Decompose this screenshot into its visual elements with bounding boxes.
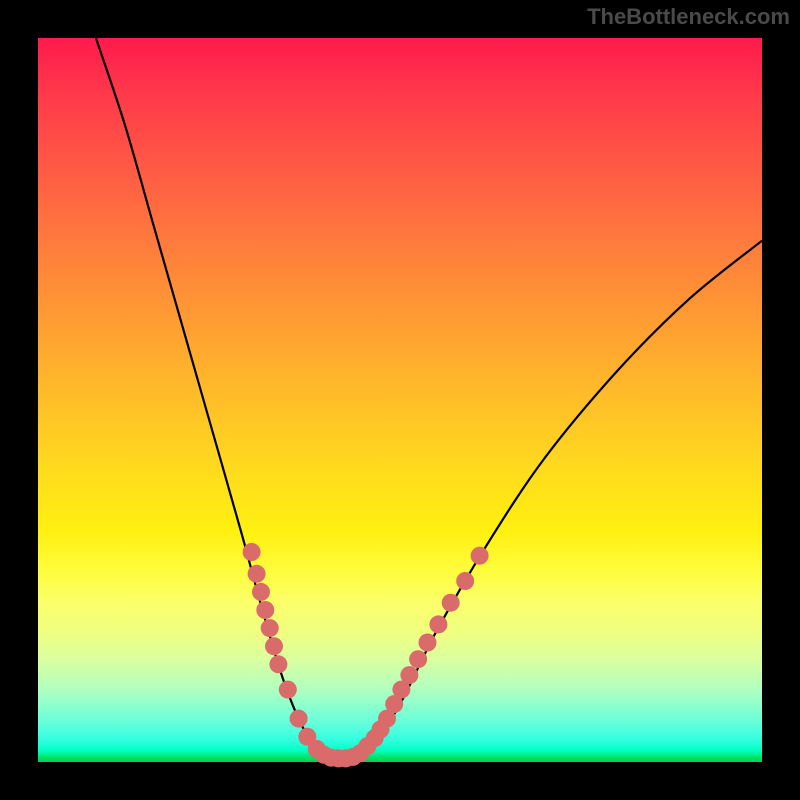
data-marker	[419, 634, 437, 652]
chart-svg	[38, 38, 762, 762]
data-marker	[400, 666, 418, 684]
data-marker	[290, 710, 308, 728]
data-marker	[456, 572, 474, 590]
data-marker	[471, 547, 489, 565]
data-marker	[252, 583, 270, 601]
data-marker	[265, 637, 283, 655]
data-marker	[269, 655, 287, 673]
data-marker	[261, 619, 279, 637]
plot-area	[38, 38, 762, 762]
data-marker	[243, 543, 261, 561]
data-marker	[248, 565, 266, 583]
data-marker	[279, 681, 297, 699]
bottleneck-curve	[96, 38, 762, 761]
data-marker	[429, 615, 447, 633]
watermark-text: TheBottleneck.com	[587, 4, 790, 30]
data-marker	[409, 650, 427, 668]
data-marker	[256, 601, 274, 619]
data-marker	[442, 594, 460, 612]
data-markers	[243, 543, 489, 767]
